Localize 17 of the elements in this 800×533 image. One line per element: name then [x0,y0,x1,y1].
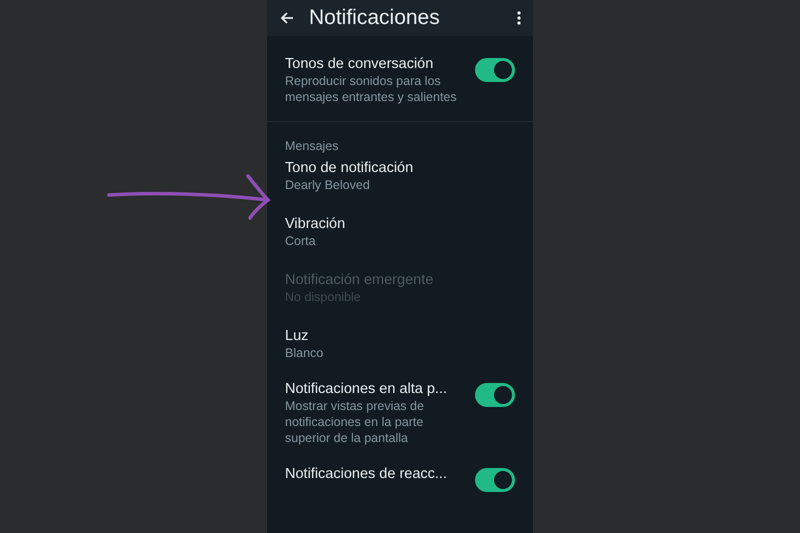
setting-value: Corta [285,233,317,249]
setting-title[interactable]: Notificaciones en alta p... [285,380,467,398]
toggle-switch[interactable] [475,383,515,407]
screen-title: Notificaciones [309,6,441,30]
section-heading: Mensajes [284,138,340,155]
more-options-icon[interactable] [515,9,523,27]
setting-title[interactable]: Notificaciones de reacc... [285,465,467,483]
setting-title[interactable]: Luz [285,327,515,345]
toggle-switch[interactable] [475,468,515,492]
setting-value: Blanco [285,345,324,361]
setting-title: Tonos de conversación [285,55,434,73]
setting-value: Dearly Beloved [285,177,371,193]
setting-title[interactable]: Tono de notificación [285,159,515,177]
setting-title[interactable]: Vibración [285,215,515,233]
setting-value: Mostrar vistas previas de notificaciones en la parte superior de la pantalla [285,398,425,446]
setting-description: Reproducir sonidos para los mensajes entrantes y salientes [285,73,458,105]
toggle-switch[interactable] [475,58,515,82]
